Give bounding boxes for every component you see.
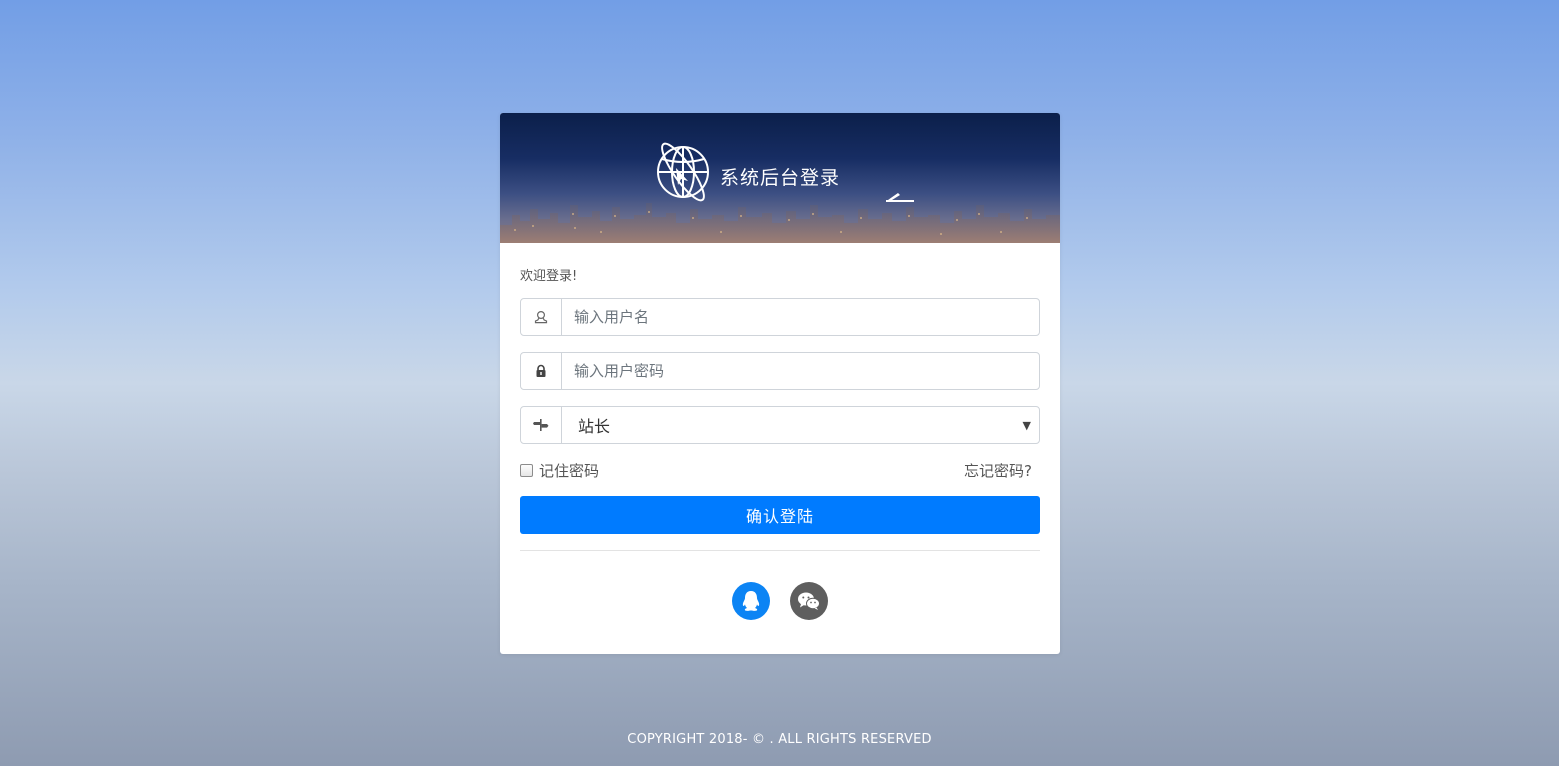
- password-input[interactable]: [562, 353, 1039, 389]
- username-group: [520, 298, 1040, 336]
- wechat-icon: [798, 592, 820, 610]
- globe-logo-icon: [657, 142, 709, 202]
- remember-label: 记住密码: [539, 461, 600, 480]
- role-select-value: 站长: [578, 417, 611, 436]
- chevron-down-icon: ▼: [1022, 418, 1031, 432]
- role-select[interactable]: 站长 ▼: [562, 407, 1039, 443]
- plane-icon: [886, 193, 914, 202]
- remember-password[interactable]: 记住密码: [520, 460, 599, 481]
- copyright-footer: COPYRIGHT 2018- © . ALL RIGHTS RESERVED: [627, 732, 932, 747]
- qq-login-button[interactable]: [732, 582, 770, 620]
- login-card: 系统后台登录 欢迎登录! 输入用户名 站长 ▼ 记住密码 忘记密码? 确认登陆: [500, 113, 1060, 654]
- username-input[interactable]: [562, 299, 1039, 335]
- login-button[interactable]: 确认登陆: [520, 496, 1040, 534]
- city-skyline-image: [500, 203, 1060, 243]
- login-header-banner: 系统后台登录: [500, 113, 1060, 243]
- wechat-login-button[interactable]: [790, 582, 828, 620]
- divider: [520, 550, 1040, 551]
- remember-checkbox[interactable]: [520, 463, 533, 477]
- role-icon: [521, 407, 562, 443]
- login-title: 系统后台登录: [720, 167, 841, 189]
- password-group: [520, 352, 1040, 390]
- lock-icon: [521, 353, 562, 389]
- qq-icon: [742, 591, 760, 611]
- user-icon: [521, 299, 562, 335]
- options-row: 记住密码 忘记密码?: [520, 459, 1040, 481]
- welcome-text: 欢迎登录!: [520, 269, 578, 284]
- forgot-password-link[interactable]: 忘记密码?: [964, 460, 1032, 481]
- role-group: 站长 ▼: [520, 406, 1040, 444]
